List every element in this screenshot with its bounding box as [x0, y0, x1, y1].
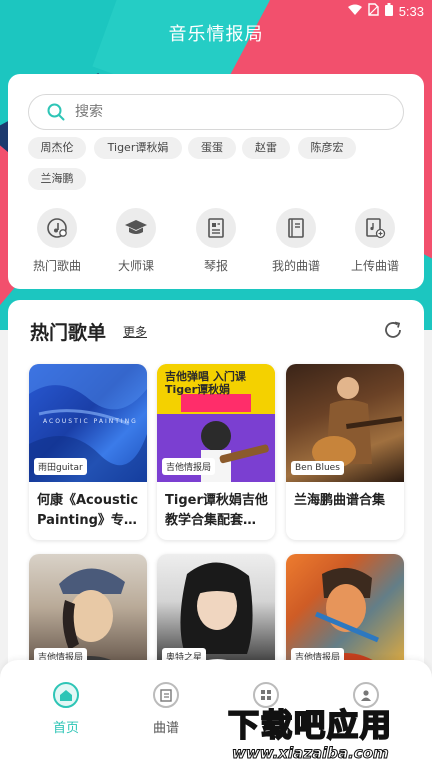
playlist-cover: 吉他情报局 — [286, 554, 404, 672]
hot-playlist-section: 热门歌单 更多 ACOUSTIC PAINTING 雨田guitar 何康《Ac… — [8, 300, 424, 680]
refresh-icon[interactable] — [382, 319, 404, 341]
search-card: 周杰伦 Tiger谭秋娟 蛋蛋 赵雷 陈彦宏 兰海鹏 热门歌曲 大师课 琴报 — [8, 74, 424, 289]
watermark-text: 下载吧应用 — [227, 707, 393, 745]
more-link[interactable]: 更多 — [123, 323, 147, 340]
upload-score-icon — [355, 208, 395, 248]
hot-search-chip[interactable]: 周杰伦 — [28, 137, 86, 159]
nav-label: 首页 — [52, 721, 79, 736]
playlist-tile[interactable]: 吉他弹唱 入门课 Tiger谭秋娟 吉他情报局 Tiger谭秋娟吉他教学合集配套… — [157, 364, 275, 540]
search-icon — [47, 103, 65, 121]
quick-nav-my-scores[interactable]: 我的曲谱 — [261, 208, 331, 274]
nav-home[interactable]: 首页 — [26, 682, 106, 736]
no-sim-icon — [367, 3, 379, 19]
playlist-tag: Ben Blues — [291, 461, 344, 475]
app-title: 音乐情报局 — [168, 24, 264, 45]
playlist-title: Tiger谭秋娟吉他教学合集配套… — [165, 493, 268, 528]
watermark-logo: 下载吧应用 www.xiazaiba.com — [220, 700, 432, 768]
graduation-cap-icon — [116, 208, 156, 248]
quick-nav-hot-songs[interactable]: 热门歌曲 — [22, 208, 92, 274]
playlist-cover: 奥特之星 — [157, 554, 275, 672]
quick-nav-label: 大师课 — [117, 259, 154, 273]
status-bar: 5:33 — [0, 0, 432, 22]
home-icon — [53, 682, 79, 708]
quick-nav-label: 上传曲谱 — [350, 259, 399, 273]
playlist-title: 兰海鹏曲谱合集 — [294, 493, 386, 508]
hot-search-chip[interactable]: 蛋蛋 — [188, 137, 236, 159]
search-box[interactable] — [28, 94, 404, 130]
quick-nav-master-class[interactable]: 大师课 — [101, 208, 171, 274]
book-icon — [276, 208, 316, 248]
playlist-tile[interactable]: ACOUSTIC PAINTING 雨田guitar 何康《Acoustic P… — [29, 364, 147, 540]
wifi-icon — [347, 4, 362, 19]
score-icon — [153, 682, 179, 708]
watermark-url: www.xiazaiba.com — [232, 744, 390, 763]
hot-search-chip[interactable]: 兰海鹏 — [28, 168, 86, 190]
nav-label: 曲谱 — [152, 721, 179, 736]
cover-text: ACOUSTIC PAINTING — [43, 418, 138, 425]
search-input[interactable] — [75, 95, 375, 129]
playlist-cover: 吉他情报局 — [29, 554, 147, 672]
quick-nav-label: 我的曲谱 — [271, 259, 320, 273]
quick-nav-news[interactable]: 琴报 — [181, 208, 251, 274]
playlist-cover: 吉他弹唱 入门课 Tiger谭秋娟 吉他情报局 — [157, 364, 275, 482]
playlist-cover: Ben Blues — [286, 364, 404, 482]
newspaper-icon — [196, 208, 236, 248]
quick-nav-label: 琴报 — [203, 259, 228, 273]
cover-text: 吉他弹唱 入门课 Tiger谭秋娟 — [165, 370, 246, 396]
playlist-tag: 雨田guitar — [34, 458, 87, 475]
quick-nav: 热门歌曲 大师课 琴报 我的曲谱 上传曲谱 — [8, 208, 424, 278]
status-time: 5:33 — [398, 3, 424, 19]
quick-nav-label: 热门歌曲 — [32, 259, 81, 273]
nav-scores[interactable]: 曲谱 — [126, 682, 206, 736]
section-title: 热门歌单 — [30, 322, 107, 344]
playlist-tag: 吉他情报局 — [162, 458, 216, 475]
hot-search-chip[interactable]: 陈彦宏 — [298, 137, 356, 159]
playlist-title: 何康《Acoustic Painting》专… — [37, 493, 139, 528]
hot-search-chip[interactable]: Tiger谭秋娟 — [94, 137, 182, 159]
battery-icon — [384, 3, 393, 19]
quick-nav-upload-score[interactable]: 上传曲谱 — [340, 208, 410, 274]
playlist-tile[interactable]: Ben Blues 兰海鹏曲谱合集 — [286, 364, 404, 540]
hot-search-chip[interactable]: 赵雷 — [242, 137, 290, 159]
music-note-icon — [37, 208, 77, 248]
playlist-cover: ACOUSTIC PAINTING 雨田guitar — [29, 364, 147, 482]
